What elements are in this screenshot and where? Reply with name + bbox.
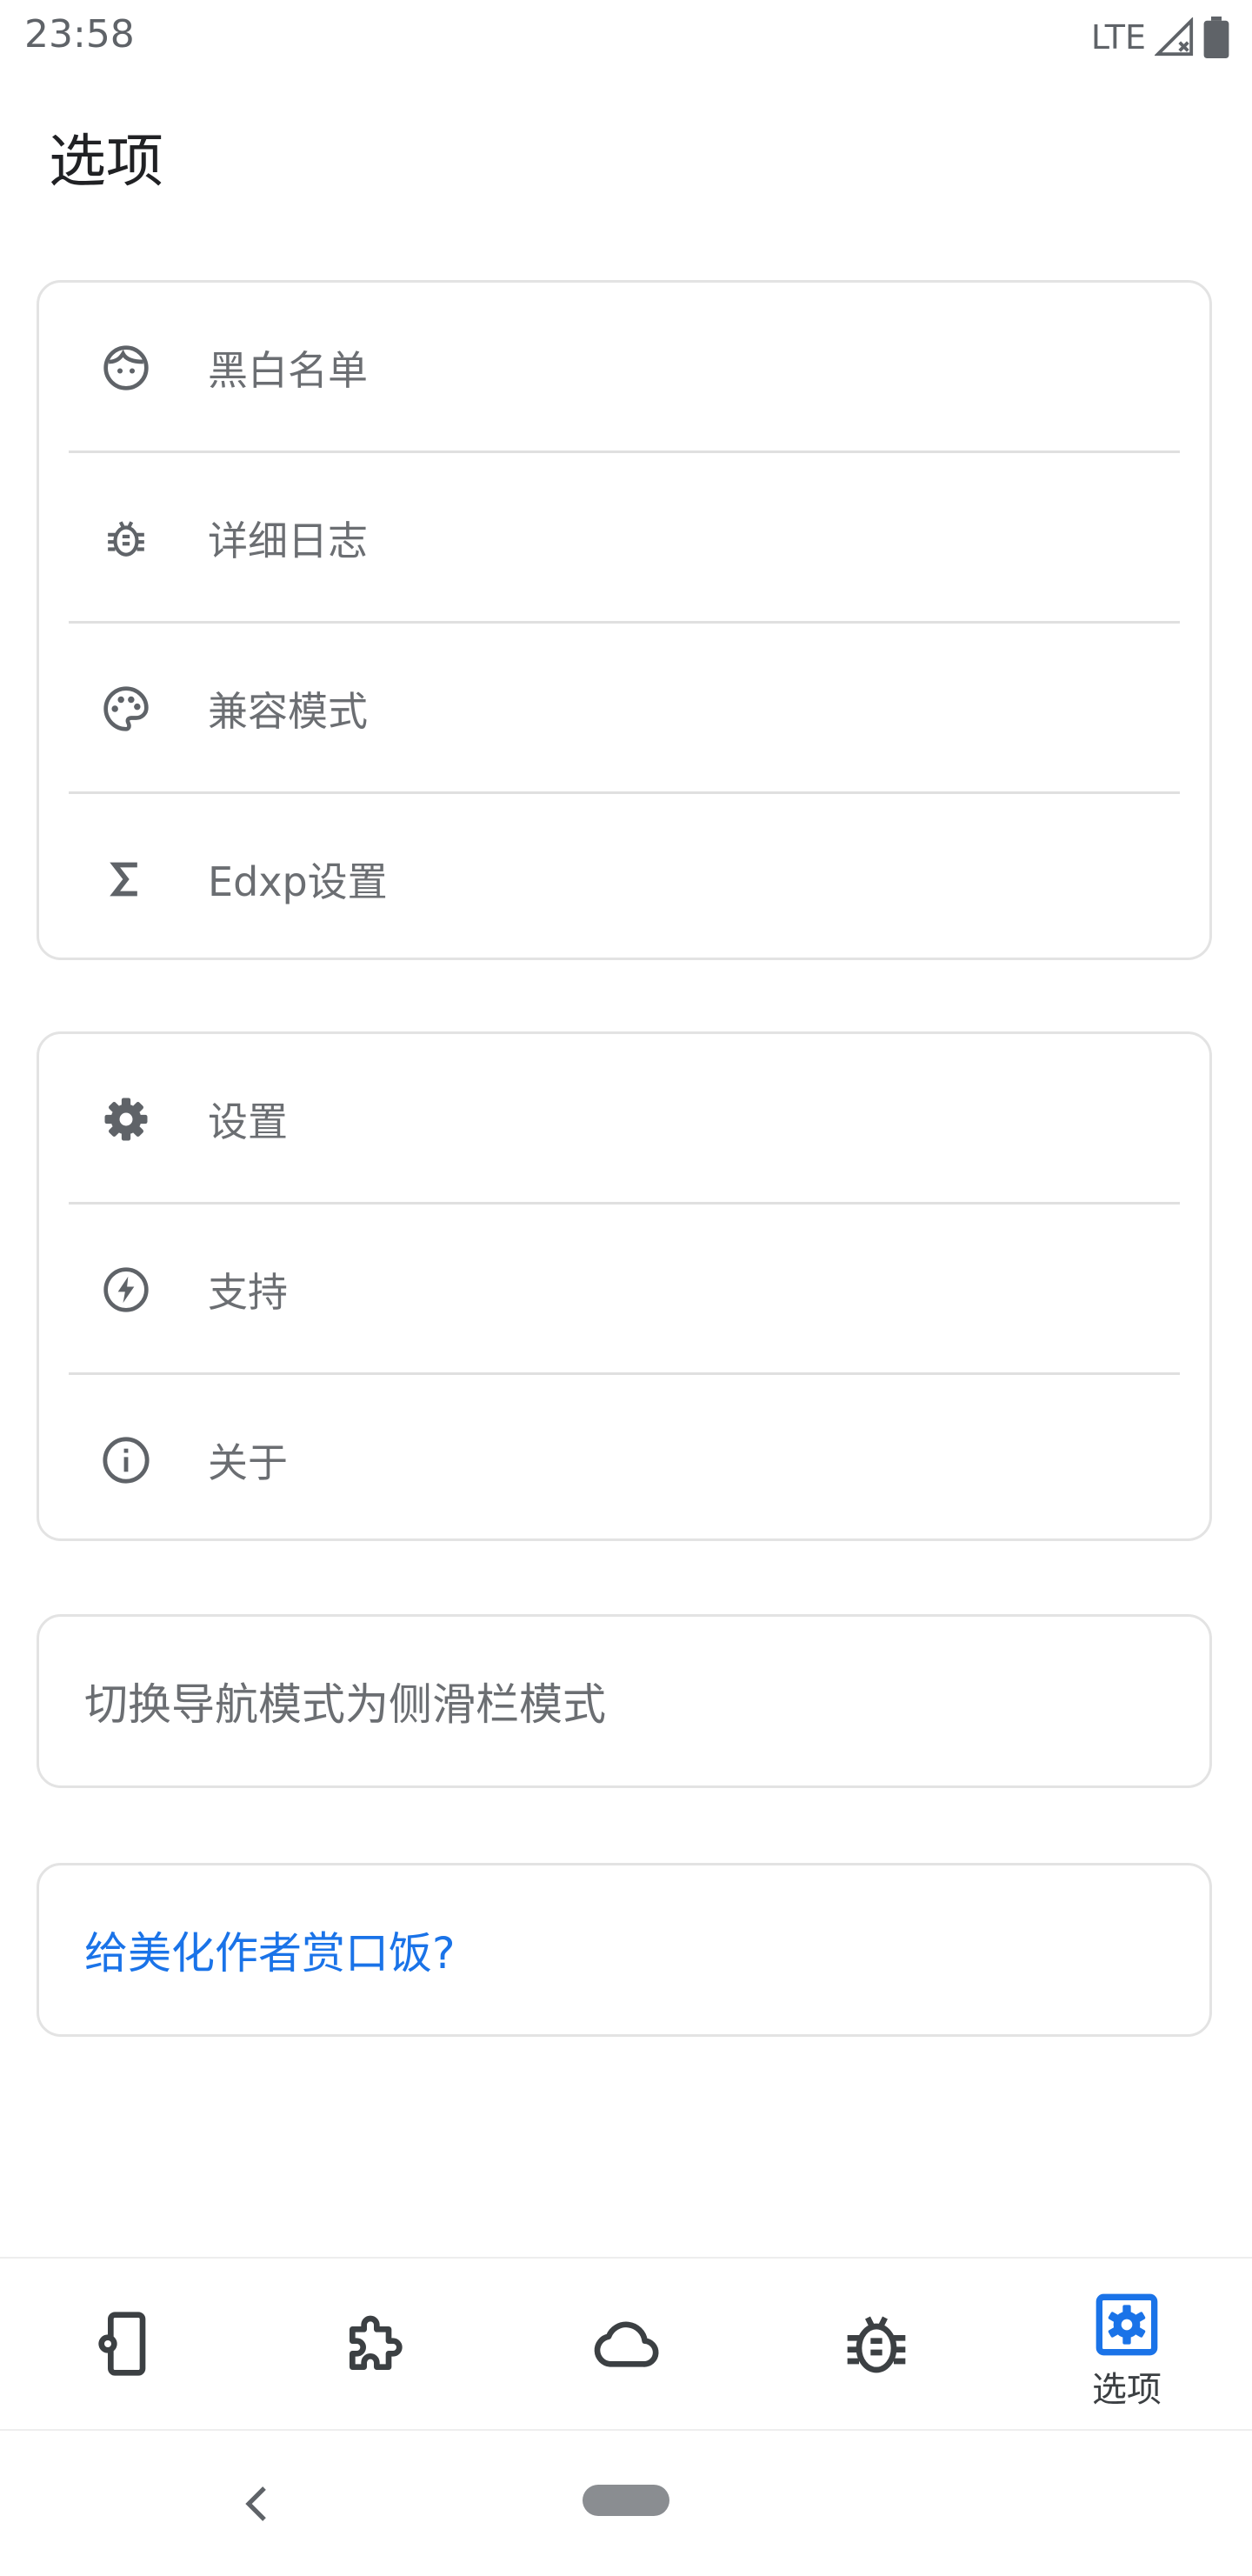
settings-box-icon	[1096, 2293, 1158, 2356]
nav-label-options: 选项	[1092, 2370, 1162, 2410]
options-card-1: 黑白名单 详细日志 兼容模式 Edxp设置	[37, 280, 1212, 960]
status-icons: LTE	[1091, 16, 1229, 59]
menu-item-verbose-log[interactable]: 详细日志	[39, 453, 1209, 624]
menu-item-compat-mode[interactable]: 兼容模式	[39, 624, 1209, 794]
menu-item-label: Edxp设置	[208, 858, 388, 905]
bolt-icon	[98, 1262, 154, 1318]
donate-card[interactable]: 给美化作者赏口饭?	[37, 1863, 1212, 2037]
menu-item-label: 详细日志	[208, 517, 368, 564]
back-icon[interactable]	[240, 2483, 275, 2525]
network-type: LTE	[1090, 18, 1146, 57]
donate-link[interactable]: 给美化作者赏口饭?	[84, 1919, 456, 1981]
battery-icon	[1203, 17, 1229, 58]
page-title: 选项	[49, 128, 163, 195]
gear-icon	[98, 1091, 154, 1147]
sigma-icon	[98, 851, 154, 907]
phone-settings-icon	[98, 2312, 146, 2376]
menu-item-label: 支持	[208, 1269, 288, 1316]
status-time: 23:58	[24, 12, 135, 57]
menu-item-label: 关于	[208, 1439, 288, 1486]
face-icon	[98, 340, 154, 396]
nav-mode-toggle-card[interactable]: 切换导航模式为侧滑栏模式	[37, 1614, 1212, 1788]
home-pill[interactable]	[583, 2485, 669, 2516]
nav-mode-label: 切换导航模式为侧滑栏模式	[84, 1679, 606, 1730]
menu-item-label: 黑白名单	[208, 347, 368, 394]
menu-item-settings[interactable]: 设置	[39, 1034, 1209, 1205]
status-bar: 23:58 LTE	[0, 0, 1252, 75]
signal-icon	[1155, 17, 1194, 57]
nav-item-logs[interactable]	[751, 2259, 1002, 2429]
puzzle-icon	[350, 2315, 403, 2370]
palette-icon	[98, 681, 154, 737]
menu-item-label: 设置	[208, 1098, 288, 1145]
nav-item-options[interactable]: 选项	[1002, 2259, 1252, 2429]
info-icon	[98, 1432, 154, 1488]
menu-item-blacklist[interactable]: 黑白名单	[39, 283, 1209, 453]
menu-item-about[interactable]: 关于	[39, 1375, 1209, 1545]
nav-item-status[interactable]	[0, 2259, 250, 2429]
menu-item-edxp-settings[interactable]: Edxp设置	[39, 794, 1209, 964]
bug-icon	[98, 511, 154, 566]
nav-item-cloud[interactable]	[501, 2259, 751, 2429]
menu-item-label: 兼容模式	[208, 688, 368, 735]
bottom-nav: 选项	[0, 2257, 1252, 2429]
nav-item-modules[interactable]	[250, 2259, 501, 2429]
menu-item-support[interactable]: 支持	[39, 1205, 1209, 1375]
bug-icon	[847, 2316, 906, 2373]
options-card-2: 设置 支持 关于	[37, 1031, 1212, 1541]
system-nav-bar	[0, 2429, 1252, 2576]
cloud-icon	[594, 2321, 659, 2367]
